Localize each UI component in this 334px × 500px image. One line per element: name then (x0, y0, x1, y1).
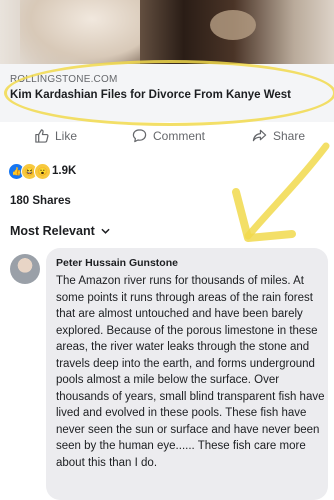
comment-button[interactable]: Comment (132, 128, 205, 143)
comment-list: Peter Hussain Gunstone The Amazon river … (0, 246, 334, 500)
photo-figure-left (20, 0, 140, 64)
reaction-count[interactable]: 1.9K (52, 165, 76, 177)
wow-icon: 😮 (34, 163, 51, 180)
avatar[interactable] (10, 254, 40, 284)
thumbs-up-icon (35, 129, 49, 143)
photo-figure-right (210, 10, 256, 40)
link-headline[interactable]: Kim Kardashian Files for Divorce From Ka… (10, 89, 291, 101)
link-source: ROLLINGSTONE.COM (10, 74, 118, 85)
share-button[interactable]: Share (252, 128, 305, 143)
comment-sort-label: Most Relevant (10, 224, 95, 238)
comment-text: The Amazon river runs for thousands of m… (56, 275, 325, 469)
shares-row: 180 Shares (0, 186, 334, 217)
like-button[interactable]: Like (34, 128, 77, 143)
reaction-icons: 👍 😆 😮 (8, 163, 51, 180)
comment-icon (132, 129, 147, 143)
like-label: Like (55, 128, 78, 143)
shares-count[interactable]: 180 Shares (10, 195, 71, 207)
comment-sort-dropdown[interactable]: Most Relevant (10, 224, 110, 238)
share-label: Share (273, 128, 306, 143)
chevron-down-icon (101, 228, 110, 234)
comment-sort-row: Most Relevant (0, 216, 334, 246)
share-arrow-icon (252, 129, 267, 142)
link-preview[interactable]: ROLLINGSTONE.COM Kim Kardashian Files fo… (0, 64, 334, 123)
reactions-row[interactable]: 👍 😆 😮 1.9K (0, 156, 334, 186)
comment-bubble: Peter Hussain Gunstone The Amazon river … (46, 248, 328, 500)
post-photo[interactable] (0, 0, 334, 64)
comment-label: Comment (153, 128, 206, 143)
comment-author[interactable]: Peter Hussain Gunstone (56, 257, 178, 269)
post-actions-bar: Like Comment Share (0, 122, 334, 157)
